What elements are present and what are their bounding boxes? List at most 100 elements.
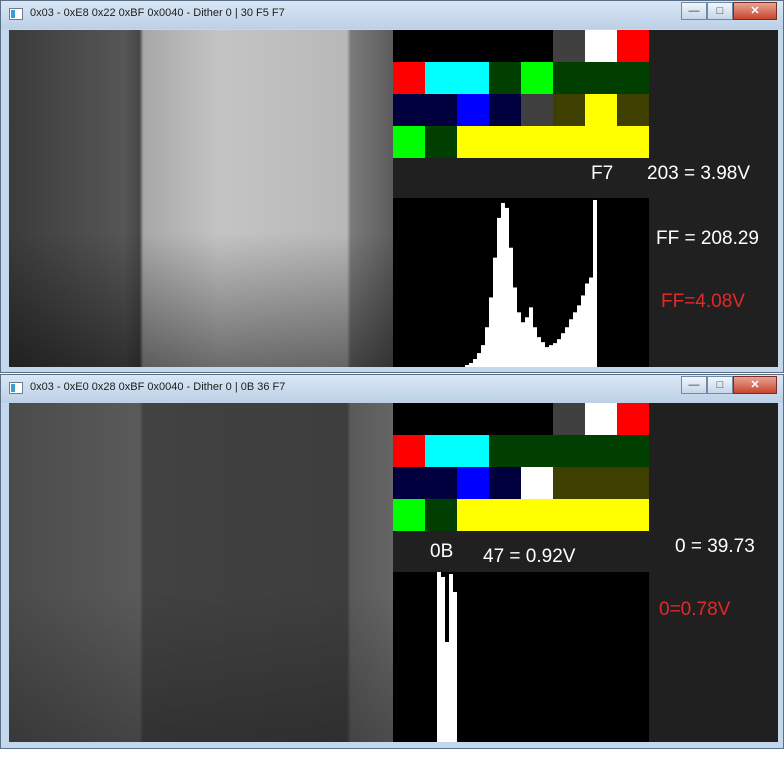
- palette-swatch: [457, 30, 489, 62]
- close-button[interactable]: ✕: [733, 376, 777, 394]
- palette-swatch: [457, 403, 489, 435]
- close-button[interactable]: ✕: [733, 2, 777, 20]
- palette-swatch: [553, 30, 585, 62]
- palette-swatch: [585, 403, 617, 435]
- palette-swatch: [425, 467, 457, 499]
- palette-swatch: [393, 30, 425, 62]
- palette-swatch: [521, 435, 553, 467]
- histogram-svg: [437, 572, 457, 742]
- palette-swatch: [585, 435, 617, 467]
- histogram-bar: [465, 365, 469, 367]
- histogram-bar: [513, 287, 517, 367]
- maximize-button[interactable]: □: [707, 376, 733, 394]
- voltage-readout: 47 = 0.92V: [483, 546, 576, 567]
- palette-swatch: [457, 499, 489, 531]
- palette-swatch: [585, 126, 617, 158]
- palette-swatch: [585, 499, 617, 531]
- histogram-bar: [481, 345, 485, 367]
- palette-swatch: [553, 403, 585, 435]
- alert-voltage-readout: 0=0.78V: [659, 599, 731, 620]
- palette-swatch: [553, 94, 585, 126]
- palette-swatch: [489, 30, 521, 62]
- palette-swatch: [521, 94, 553, 126]
- palette-swatch: [585, 467, 617, 499]
- palette-swatch: [425, 30, 457, 62]
- color-palette-grid: [393, 403, 649, 531]
- palette-swatch: [553, 499, 585, 531]
- mean-value-readout: FF = 208.29: [656, 228, 759, 249]
- title-bar[interactable]: 0x03 - 0xE8 0x22 0xBF 0x0040 - Dither 0 …: [1, 1, 783, 29]
- histogram-bar: [485, 327, 489, 367]
- palette-swatch: [489, 403, 521, 435]
- palette-swatch: [457, 94, 489, 126]
- camera-feed-image: [9, 403, 393, 742]
- palette-swatch: [489, 435, 521, 467]
- mean-value-readout: 0 = 39.73: [675, 536, 755, 557]
- camera-feed-image: [9, 30, 393, 367]
- palette-swatch: [489, 499, 521, 531]
- palette-swatch: [585, 30, 617, 62]
- viewer-client: F7 203 = 3.98V FF = 208.29 FF=4.08V: [9, 30, 778, 367]
- window-title: 0x03 - 0xE8 0x22 0xBF 0x0040 - Dither 0 …: [30, 7, 285, 19]
- palette-swatch: [457, 126, 489, 158]
- palette-swatch: [617, 126, 649, 158]
- palette-swatch: [617, 30, 649, 62]
- histogram-bar: [593, 199, 597, 367]
- maximize-button[interactable]: □: [707, 2, 733, 20]
- histogram-bar: [573, 312, 577, 367]
- palette-swatch: [489, 94, 521, 126]
- palette-swatch: [553, 126, 585, 158]
- histogram-bar: [525, 317, 529, 367]
- palette-swatch: [393, 403, 425, 435]
- minimize-button[interactable]: —: [681, 376, 707, 394]
- histogram-bar: [521, 322, 525, 367]
- palette-swatch: [553, 62, 585, 94]
- title-bar[interactable]: 0x03 - 0xE0 0x28 0xBF 0x0040 - Dither 0 …: [1, 375, 783, 403]
- caption-buttons: — □ ✕: [681, 2, 777, 21]
- caption-buttons: — □ ✕: [681, 376, 777, 395]
- histogram-bar: [441, 577, 445, 742]
- histogram-bar: [509, 247, 513, 367]
- histogram-bar: [505, 207, 509, 367]
- window-app-icon: [9, 382, 23, 394]
- palette-swatch: [393, 126, 425, 158]
- histogram-bar: [477, 353, 481, 367]
- palette-swatch: [393, 62, 425, 94]
- palette-swatch: [585, 62, 617, 94]
- histogram-bar: [489, 297, 493, 367]
- palette-swatch: [617, 94, 649, 126]
- histogram-bar: [545, 347, 549, 367]
- histogram-bar: [445, 642, 449, 742]
- histogram-bar: [473, 359, 477, 367]
- histogram-bar: [449, 574, 453, 742]
- histogram-bar: [493, 257, 497, 367]
- palette-swatch: [489, 126, 521, 158]
- palette-swatch: [521, 499, 553, 531]
- camera-shading: [9, 403, 393, 742]
- window-title: 0x03 - 0xE0 0x28 0xBF 0x0040 - Dither 0 …: [30, 381, 286, 393]
- palette-swatch: [553, 467, 585, 499]
- palette-swatch: [393, 435, 425, 467]
- histogram-bar: [553, 343, 557, 367]
- hex-value-label: 0B: [430, 541, 454, 562]
- histogram-bar: [437, 572, 441, 742]
- palette-swatch: [585, 94, 617, 126]
- palette-swatch: [521, 403, 553, 435]
- palette-swatch: [617, 62, 649, 94]
- histogram-bar: [517, 312, 521, 367]
- palette-swatch: [425, 62, 457, 94]
- palette-swatch: [425, 403, 457, 435]
- histogram-bar: [501, 202, 505, 367]
- color-palette-grid: [393, 30, 649, 158]
- histogram-bar: [469, 363, 473, 367]
- histogram-bar: [529, 307, 533, 367]
- histogram-bar: [537, 337, 541, 367]
- histogram-bar: [533, 327, 537, 367]
- histogram-bar: [557, 339, 561, 367]
- histogram-bar: [565, 327, 569, 367]
- viewer-window-1: 0x03 - 0xE8 0x22 0xBF 0x0040 - Dither 0 …: [0, 0, 784, 373]
- histogram-bar: [569, 319, 573, 367]
- minimize-button[interactable]: —: [681, 2, 707, 20]
- histogram-plot: [393, 198, 649, 367]
- palette-swatch: [521, 62, 553, 94]
